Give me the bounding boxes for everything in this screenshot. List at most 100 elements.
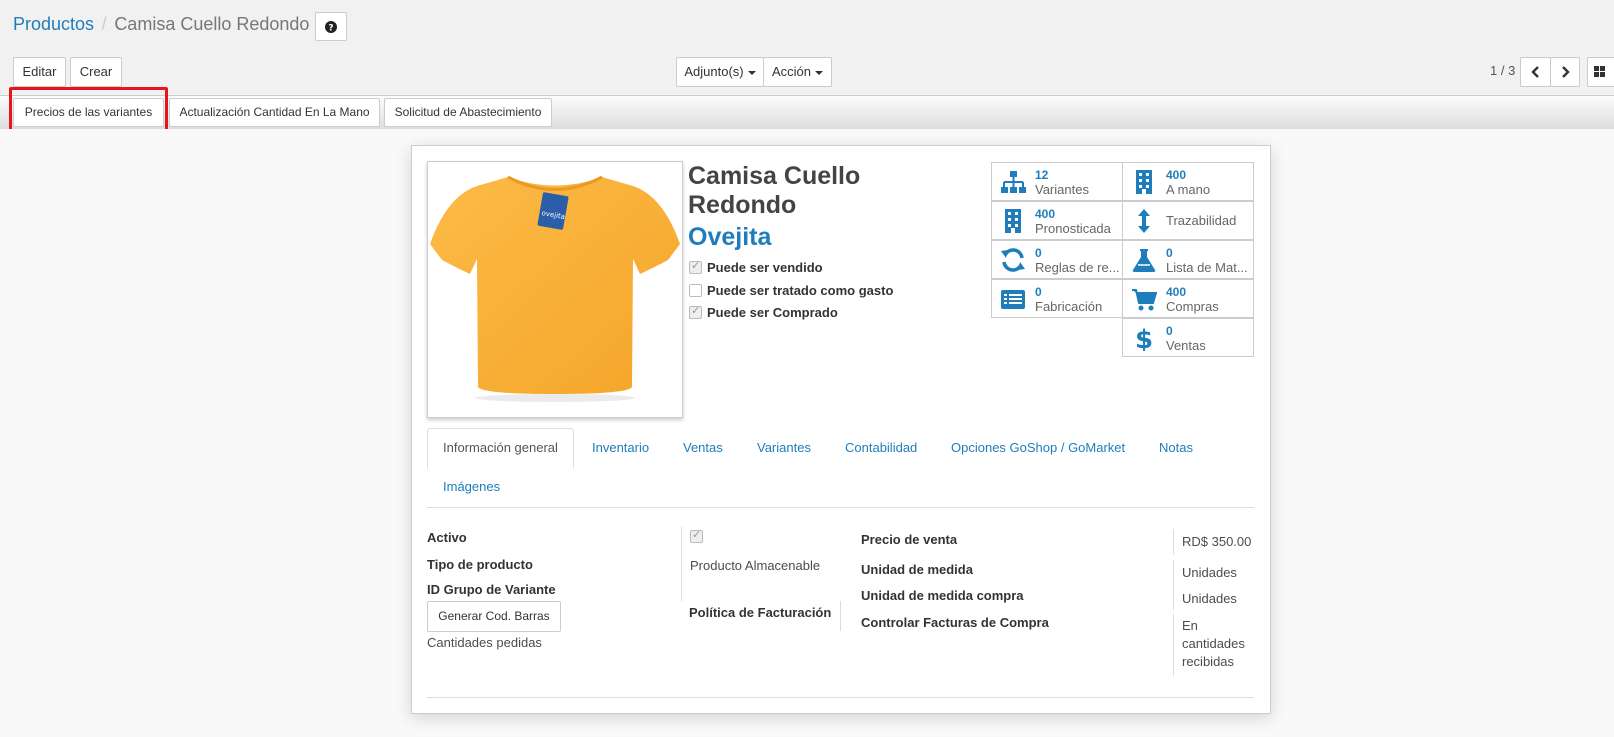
on-hand-count: 400	[1166, 168, 1187, 182]
attachments-dropdown[interactable]: Adjunto(s)	[676, 57, 764, 87]
purchase-control-value-line-2: cantidades	[1182, 636, 1245, 651]
dollar-icon: $	[1135, 325, 1153, 351]
uom-purchase-value[interactable]: Unidades	[1182, 591, 1237, 606]
bom-count: 0	[1166, 246, 1173, 260]
arrows-v-icon	[1138, 209, 1150, 233]
product-type-label: Tipo de producto	[427, 557, 533, 572]
pager-value[interactable]: 1 / 3	[1490, 63, 1515, 78]
on-hand-label: A mano	[1166, 182, 1211, 197]
tab-goshop[interactable]: Opciones GoShop / GoMarket	[951, 428, 1125, 468]
can-be-expensed-checkbox[interactable]	[689, 284, 702, 297]
forecasted-count: 400	[1035, 207, 1056, 221]
purchase-control-value-line-3: recibidas	[1182, 654, 1235, 669]
uom-value[interactable]: Unidades	[1182, 565, 1237, 580]
product-name[interactable]: Camisa Cuello Redondo	[688, 162, 860, 220]
variants-label: Variantes	[1035, 182, 1089, 197]
can-be-expensed-label: Puede ser tratado como gasto	[707, 283, 894, 298]
forecasted-label: Pronosticada	[1035, 221, 1111, 236]
help-button[interactable]: ?	[315, 12, 347, 41]
can-be-sold-label: Puede ser vendido	[707, 260, 823, 275]
manufacturing-smart-button[interactable]: 0 Fabricación	[991, 279, 1123, 318]
kanban-view-button[interactable]	[1587, 57, 1614, 87]
breadcrumb-current: Camisa Cuello Redondo	[114, 14, 310, 34]
field-separator	[1173, 560, 1174, 610]
can-be-purchased-label: Puede ser Comprado	[707, 305, 838, 320]
product-type-value[interactable]: Producto Almacenable	[690, 558, 820, 573]
bom-label: Lista de Mat...	[1166, 260, 1248, 275]
purchase-control-value[interactable]: En cantidades recibidas	[1182, 617, 1245, 671]
field-separator	[681, 527, 682, 601]
sales-count: 0	[1166, 324, 1173, 338]
chevron-down-icon	[815, 70, 824, 75]
on-hand-smart-button[interactable]: 400 A mano	[1122, 162, 1254, 201]
tab-inventario[interactable]: Inventario	[592, 428, 649, 468]
tab-contabilidad[interactable]: Contabilidad	[845, 428, 917, 468]
action-dropdown[interactable]: Acción	[763, 57, 832, 87]
manufacturing-label: Fabricación	[1035, 299, 1103, 314]
shopping-cart-icon	[1132, 289, 1157, 311]
svg-text:?: ?	[328, 23, 333, 33]
reorder-rules-label: Reglas de re...	[1035, 260, 1120, 275]
reorder-rules-smart-button[interactable]: 0 Reglas de re...	[991, 240, 1123, 279]
create-button[interactable]: Crear	[70, 57, 122, 87]
purchase-control-label: Controlar Facturas de Compra	[861, 615, 1049, 630]
tab-notas[interactable]: Notas	[1159, 428, 1193, 468]
pager-next-button[interactable]	[1550, 57, 1580, 87]
variants-smart-button[interactable]: 12 Variantes	[991, 162, 1123, 201]
product-name-line-2: Redondo	[688, 191, 797, 219]
purchases-smart-button[interactable]: 400 Compras	[1122, 279, 1254, 318]
flask-icon	[1132, 249, 1156, 272]
field-separator	[1173, 614, 1174, 676]
sales-smart-button[interactable]: $ 0 Ventas	[1122, 318, 1254, 357]
tab-imagenes[interactable]: Imágenes	[443, 467, 500, 507]
uom-purchase-label: Unidad de medida compra	[861, 588, 1024, 603]
uom-label: Unidad de medida	[861, 562, 973, 577]
field-separator	[840, 601, 841, 631]
generate-barcode-button[interactable]: Generar Cod. Barras	[427, 601, 561, 632]
tab-general[interactable]: Información general	[443, 428, 558, 468]
can-be-sold-checkbox[interactable]	[689, 259, 702, 274]
field-separator	[1173, 529, 1174, 555]
invoice-policy-label: Política de Facturación	[689, 605, 832, 620]
breadcrumb: Productos / Camisa Cuello Redondo	[13, 14, 309, 38]
active-label: Activo	[427, 530, 467, 545]
reorder-rules-count: 0	[1035, 246, 1042, 260]
manufacturing-count: 0	[1035, 285, 1042, 299]
variant-group-label: ID Grupo de Variante	[427, 582, 556, 597]
sales-label: Ventas	[1166, 338, 1206, 353]
grid-icon	[1594, 66, 1605, 78]
svg-text:$: $	[1135, 325, 1153, 351]
sitemap-icon	[1001, 171, 1026, 193]
purchases-count: 400	[1166, 285, 1187, 299]
refresh-icon	[1001, 248, 1025, 272]
pager-previous-button[interactable]	[1520, 57, 1551, 87]
active-checkbox[interactable]	[690, 528, 703, 543]
can-be-purchased-checkbox[interactable]	[689, 304, 702, 319]
product-name-line-1: Camisa Cuello	[688, 162, 861, 190]
product-brand[interactable]: Ovejita	[688, 223, 771, 252]
tab-variantes[interactable]: Variantes	[757, 428, 811, 468]
bom-smart-button[interactable]: 0 Lista de Mat...	[1122, 240, 1254, 279]
edit-button[interactable]: Editar	[13, 57, 66, 87]
form-footer-divider	[427, 697, 1254, 698]
breadcrumb-productos[interactable]: Productos	[13, 14, 94, 34]
chevron-left-icon	[1530, 65, 1539, 78]
forecasted-smart-button[interactable]: 400 Pronosticada	[991, 201, 1123, 240]
breadcrumb-separator: /	[101, 14, 107, 34]
product-image[interactable]: ovejita	[427, 161, 683, 418]
tab-ventas[interactable]: Ventas	[683, 428, 723, 468]
procurement-request-button[interactable]: Solicitud de Abastecimiento	[384, 98, 552, 127]
chevron-down-icon	[747, 70, 756, 75]
sale-price-label: Precio de venta	[861, 532, 958, 547]
building-icon	[1005, 209, 1021, 233]
sale-price-value[interactable]: RD$ 350.00	[1182, 534, 1251, 549]
action-label: Acción	[771, 64, 812, 79]
tabs-divider	[427, 507, 1254, 508]
update-qty-button[interactable]: Actualización Cantidad En La Mano	[169, 98, 380, 127]
purchase-control-value-line-1: En	[1182, 618, 1198, 633]
list-alt-icon	[1001, 290, 1025, 309]
traceability-smart-button[interactable]: Trazabilidad	[1122, 201, 1254, 240]
chevron-right-icon	[1562, 65, 1570, 78]
variants-count: 12	[1035, 168, 1049, 182]
traceability-label: Trazabilidad	[1166, 213, 1237, 228]
